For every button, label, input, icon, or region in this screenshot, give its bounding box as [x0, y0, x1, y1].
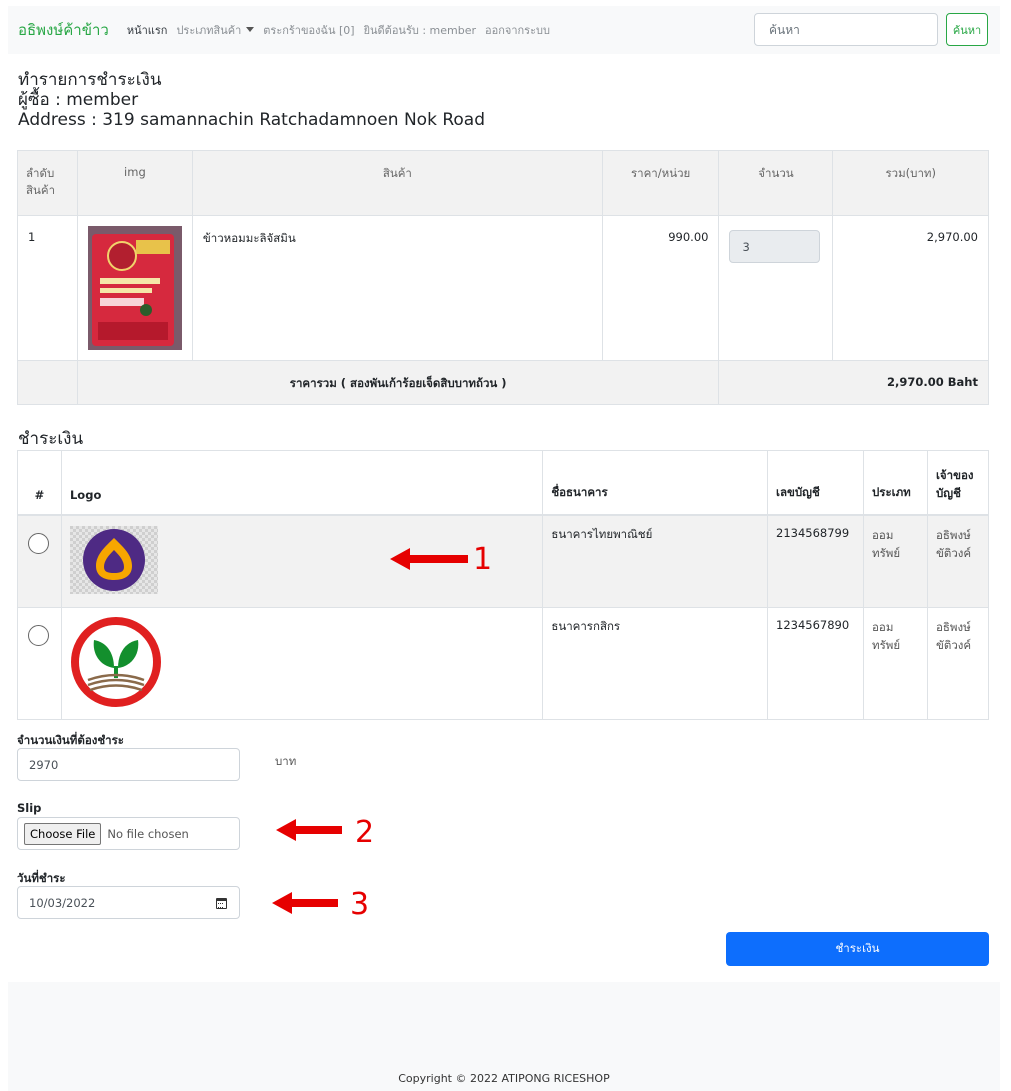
- logo-cell: [60, 514, 544, 608]
- order-header-row: ลำดับ สินค้า img สินค้า ราคา/หน่วย จำนวน…: [17, 150, 989, 216]
- table-row: 1 ข้าวหอมมะลิจัสมิน 990.00 2,970.00: [17, 215, 989, 361]
- footer: Copyright © 2022 ATIPONG RICESHOP: [8, 982, 1000, 1091]
- arrow-left-icon: [276, 819, 342, 841]
- page: อธิพงษ์ค้าข้าว หน้าแรก ประเภทสินค้า ตระก…: [0, 0, 1011, 1091]
- col-total: รวม(บาท): [832, 150, 989, 216]
- brand-link[interactable]: อธิพงษ์ค้าข้าว: [18, 18, 109, 42]
- bank-header-row: # Logo ชื่อธนาคาร เลขบัญชี ประเภท เจ้าขอ…: [17, 450, 990, 516]
- col-type: ประเภท: [863, 450, 928, 516]
- bank-name: ธนาคารไทยพาณิชย์: [542, 514, 769, 608]
- nav-categories[interactable]: ประเภทสินค้า: [176, 21, 255, 39]
- page-title: ทำรายการชำระเงิน: [18, 70, 162, 90]
- col-bank-name: ชื่อธนาคาร: [542, 450, 769, 516]
- arrow-left-icon: [390, 548, 468, 570]
- col-img: img: [76, 150, 193, 216]
- col-order-no: ลำดับ สินค้า: [17, 150, 78, 216]
- col-qty: จำนวน: [718, 150, 834, 216]
- order-table: ลำดับ สินค้า img สินค้า ราคา/หน่วย จำนวน…: [17, 150, 989, 405]
- summary-label: ราคารวม ( สองพันเก้าร้อยเจ็ดสิบบาทถ้วน ): [76, 360, 720, 405]
- qty-cell: [718, 215, 834, 361]
- amount-field[interactable]: 2970: [17, 748, 240, 781]
- scb-logo-icon: [69, 525, 158, 594]
- product-name: ข้าวหอมมะลิจัสมิน: [191, 215, 603, 361]
- bank-owner: อธิพงษ์ ขัติวงค์: [926, 514, 990, 608]
- bank-name: ธนาคารกสิกร: [542, 606, 769, 720]
- bank-type: ออมทรัพย์: [863, 514, 928, 608]
- slip-label: Slip: [17, 801, 42, 815]
- order-no: 1: [17, 215, 78, 361]
- navbar: อธิพงษ์ค้าข้าว หน้าแรก ประเภทสินค้า ตระก…: [8, 6, 1000, 54]
- annotation-3: 3: [350, 887, 370, 922]
- search-input[interactable]: [754, 13, 938, 46]
- buyer-address: Address : 319 samannachin Ratchadamnoen …: [18, 110, 485, 130]
- nav-logout[interactable]: ออกจากระบบ: [485, 21, 550, 39]
- calendar-icon[interactable]: [216, 898, 227, 909]
- product-total: 2,970.00: [832, 215, 989, 361]
- col-owner: เจ้าของบัญชี: [926, 450, 990, 516]
- copyright-text: Copyright © 2022 ATIPONG RICESHOP: [398, 1072, 610, 1085]
- col-hash: #: [17, 450, 62, 516]
- product-image-cell: [76, 215, 193, 361]
- search-button[interactable]: ค้นหา: [946, 13, 988, 46]
- table-row[interactable]: ธนาคารไทยพาณิชย์ 2134568799 ออมทรัพย์ อธ…: [17, 514, 990, 608]
- radio-cell: [17, 514, 62, 608]
- radio-cell: [17, 606, 62, 720]
- quantity-input[interactable]: [729, 230, 821, 263]
- bank-owner: อธิพงษ์ ขัติวงค์: [926, 606, 990, 720]
- summary-total: 2,970.00 Baht: [718, 360, 989, 405]
- nav-home[interactable]: หน้าแรก: [127, 21, 168, 39]
- no-file-text: No file chosen: [107, 826, 189, 841]
- col-account: เลขบัญชี: [767, 450, 864, 516]
- rice-bag-image: [87, 226, 182, 350]
- summary-blank: [17, 360, 78, 405]
- date-value: 10/03/2022: [29, 895, 96, 910]
- product-price: 990.00: [601, 215, 720, 361]
- choose-file-button[interactable]: Choose File: [24, 822, 102, 845]
- summary-row: ราคารวม ( สองพันเก้าร้อยเจ็ดสิบบาทถ้วน )…: [17, 360, 989, 405]
- annotation-1: 1: [473, 542, 493, 577]
- col-product: สินค้า: [191, 150, 603, 216]
- bank-radio-kbank[interactable]: [28, 624, 49, 646]
- caret-down-icon: [246, 27, 255, 32]
- nav-cart[interactable]: ตระกร้าของฉัน [0]: [263, 21, 354, 39]
- slip-file-input[interactable]: Choose File No file chosen: [17, 817, 240, 850]
- bank-radio-scb[interactable]: [28, 532, 49, 554]
- bank-table: # Logo ชื่อธนาคาร เลขบัญชี ประเภท เจ้าขอ…: [17, 450, 990, 720]
- date-field[interactable]: 10/03/2022: [17, 886, 240, 919]
- nav-welcome: ยินดีต้อนรับ : member: [363, 24, 477, 37]
- buyer-name: ผู้ซื้อ : member: [18, 90, 139, 110]
- bank-account: 2134568799: [767, 514, 864, 608]
- arrow-left-icon: [272, 892, 338, 914]
- col-unit-price: ราคา/หน่วย: [601, 150, 720, 216]
- table-row[interactable]: ธนาคารกสิกร 1234567890 ออมทรัพย์ อธิพงษ์…: [17, 606, 990, 720]
- amount-unit: บาท: [275, 754, 297, 768]
- logo-cell: [60, 606, 544, 720]
- bank-type: ออมทรัพย์: [863, 606, 928, 720]
- payment-title: ชำระเงิน: [18, 429, 84, 449]
- checkout-heading: ทำรายการชำระเงิน ผู้ซื้อ : member Addres…: [18, 70, 485, 130]
- bank-account: 1234567890: [767, 606, 864, 720]
- kbank-logo-icon: [70, 616, 161, 707]
- pay-button[interactable]: ชำระเงิน: [726, 932, 989, 966]
- nav-categories-label: ประเภทสินค้า: [176, 24, 242, 37]
- annotation-2: 2: [355, 815, 375, 850]
- col-logo: Logo: [60, 450, 544, 516]
